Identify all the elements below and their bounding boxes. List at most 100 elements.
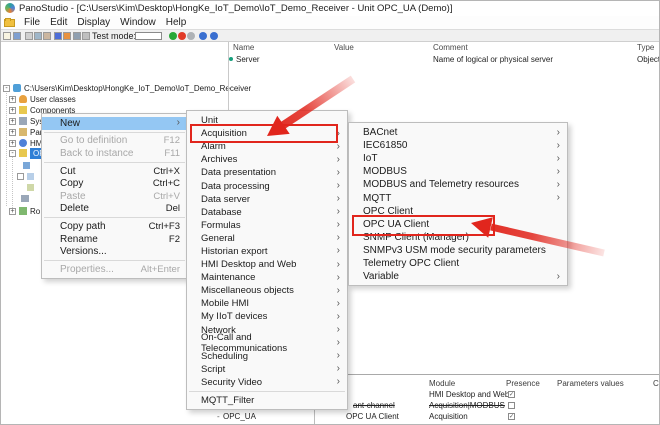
help-icon[interactable] (210, 32, 218, 40)
submenu-item-historian-export[interactable]: Historian export › (187, 245, 347, 258)
column-header-presence[interactable]: Presence (506, 379, 540, 388)
presence-checkbox-checked[interactable]: ✓ (508, 413, 515, 420)
document-folder-icon[interactable] (4, 17, 15, 27)
submenu-item-snmpv3-usm-mode-security-parameters[interactable]: SNMPv3 USM mode security parameters (349, 244, 567, 257)
submenu-arrow-icon: › (336, 180, 340, 192)
submenu-item-maintenance[interactable]: Maintenance › (187, 271, 347, 284)
build-icon[interactable] (63, 32, 71, 40)
submenu-item-script[interactable]: Script › (187, 363, 347, 376)
save-icon[interactable] (13, 32, 21, 40)
server-row-name[interactable]: Server (236, 55, 260, 64)
panostudio-window: PanoStudio - [C:\Users\Kim\Desktop\HongK… (0, 0, 660, 425)
paste-icon[interactable] (43, 32, 51, 40)
expander-icon[interactable]: - (3, 84, 10, 92)
expander-icon[interactable]: + (9, 95, 16, 103)
expander-icon[interactable]: - (9, 149, 16, 157)
submenu-item-mobile-hmi[interactable]: Mobile HMI › (187, 297, 347, 310)
submenu-item-on-call-and-telecommunications[interactable]: On-Call and Telecommunications › (187, 332, 347, 354)
submenu-arrow-icon: › (336, 284, 340, 296)
submenu-arrow-icon: › (556, 152, 560, 164)
submenu-item-telemetry-opc-client[interactable]: Telemetry OPC Client (349, 257, 567, 270)
column-header-comment[interactable]: Comment (433, 43, 468, 52)
tree-child-expander-icon[interactable] (17, 173, 24, 180)
expander-icon[interactable]: + (9, 117, 16, 125)
menu-item-go-to-definition[interactable]: Go to definition F12 (42, 135, 187, 148)
server-status-icon (229, 57, 233, 61)
stop-icon[interactable] (178, 32, 186, 40)
print-icon[interactable] (82, 32, 90, 40)
submenu-item-modbus[interactable]: MODBUS › (349, 165, 567, 178)
test-mode-input[interactable] (135, 31, 162, 40)
menu-item-versions[interactable]: Versions... (42, 245, 187, 258)
expander-icon[interactable]: + (9, 207, 16, 215)
menubar-item-edit[interactable]: Edit (45, 17, 72, 28)
expander-icon[interactable]: + (9, 128, 16, 136)
new-file-icon[interactable] (3, 32, 11, 40)
acquisition-submenu: BACnet › IEC61850 › IoT › MODBUS › MODBU… (348, 122, 568, 287)
presence-checkbox-checked[interactable]: ✓ (508, 391, 515, 398)
pause-icon[interactable] (187, 32, 195, 40)
column-header-module[interactable]: Module (429, 379, 455, 388)
info-icon[interactable] (199, 32, 207, 40)
cut-icon[interactable] (25, 32, 33, 40)
tree-guide-line (6, 90, 7, 206)
submenu-arrow-icon: › (336, 363, 340, 375)
submenu-item-modbus-and-telemetry-resources[interactable]: MODBUS and Telemetry resources › (349, 178, 567, 191)
menubar-item-window[interactable]: Window (115, 17, 161, 28)
submenu-item-miscellaneous-objects[interactable]: Miscellaneous objects › (187, 284, 347, 297)
row-expander-icon[interactable]: - (217, 412, 220, 421)
column-header-type[interactable]: Type (637, 43, 654, 52)
tree-item-ro[interactable]: + Ro (9, 205, 40, 217)
column-header-name[interactable]: Name (233, 43, 254, 52)
presence-checkbox-unchecked[interactable] (508, 402, 515, 409)
submenu-arrow-icon: › (336, 271, 340, 283)
annotation-box-opc-ua-client (352, 215, 495, 236)
submenu-item-iec61850[interactable]: IEC61850 › (349, 139, 567, 152)
submenu-item-data-server[interactable]: Data server › (187, 193, 347, 206)
row-module: Acquisition|MODBUS (429, 401, 505, 410)
menu-item-cut[interactable]: Cut Ctrl+X (42, 165, 187, 178)
submenu-item-database[interactable]: Database › (187, 206, 347, 219)
menubar-item-help[interactable]: Help (161, 17, 192, 28)
submenu-arrow-icon: › (336, 193, 340, 205)
submenu-item-iot[interactable]: IoT › (349, 152, 567, 165)
menu-item-delete[interactable]: Delete Del (42, 203, 187, 216)
submenu-arrow-icon: › (556, 139, 560, 151)
submenu-item-variable[interactable]: Variable › (349, 270, 567, 283)
menu-item-new[interactable]: New › (42, 117, 187, 130)
project-icon[interactable] (54, 32, 62, 40)
submenu-item-bacnet[interactable]: BACnet › (349, 126, 567, 139)
submenu-item-mqtt[interactable]: MQTT › (349, 191, 567, 204)
submenu-item-formulas[interactable]: Formulas › (187, 219, 347, 232)
expander-icon[interactable]: + (9, 139, 16, 147)
start-icon[interactable] (169, 32, 177, 40)
submenu-item-hmi-desktop-and-web[interactable]: HMI Desktop and Web › (187, 258, 347, 271)
submenu-item-general[interactable]: General › (187, 232, 347, 245)
menubar-item-file[interactable]: File (19, 17, 45, 28)
column-header-value[interactable]: Value (334, 43, 354, 52)
copy-icon[interactable] (34, 32, 42, 40)
menubar-item-display[interactable]: Display (72, 17, 115, 28)
menu-item-paste[interactable]: Paste Ctrl+V (42, 190, 187, 203)
menu-item-copy-path[interactable]: Copy path Ctrl+F3 (42, 220, 187, 233)
expander-icon[interactable]: + (9, 106, 16, 114)
submenu-item-data-presentation[interactable]: Data presentation › (187, 166, 347, 179)
menu-item-copy[interactable]: Copy Ctrl+C (42, 177, 187, 190)
menu-item-rename[interactable]: Rename F2 (42, 233, 187, 246)
submenu-item-mqtt-filter[interactable]: MQTT_Filter (187, 394, 347, 407)
menu-item-properties[interactable]: Properties... Alt+Enter (42, 263, 187, 276)
submenu-item-data-processing[interactable]: Data processing › (187, 179, 347, 192)
submenu-item-archives[interactable]: Archives › (187, 153, 347, 166)
submenu-arrow-icon: › (336, 232, 340, 244)
title-bar: PanoStudio - [C:\Users\Kim\Desktop\HongK… (1, 1, 659, 16)
submenu-item-my-iiot-devices[interactable]: My IIoT devices › (187, 310, 347, 323)
row-module: Acquisition (429, 412, 468, 421)
tree-child-icon (27, 173, 34, 180)
submenu-item-security-video[interactable]: Security Video › (187, 376, 347, 389)
column-header-comment-clipped[interactable]: C (653, 379, 659, 388)
menu-separator (44, 161, 185, 163)
menu-item-back-to-instance[interactable]: Back to instance F11 (42, 147, 187, 160)
project-icon (13, 84, 21, 92)
column-header-parameters-values[interactable]: Parameters values (557, 379, 624, 388)
view-icon[interactable] (73, 32, 81, 40)
